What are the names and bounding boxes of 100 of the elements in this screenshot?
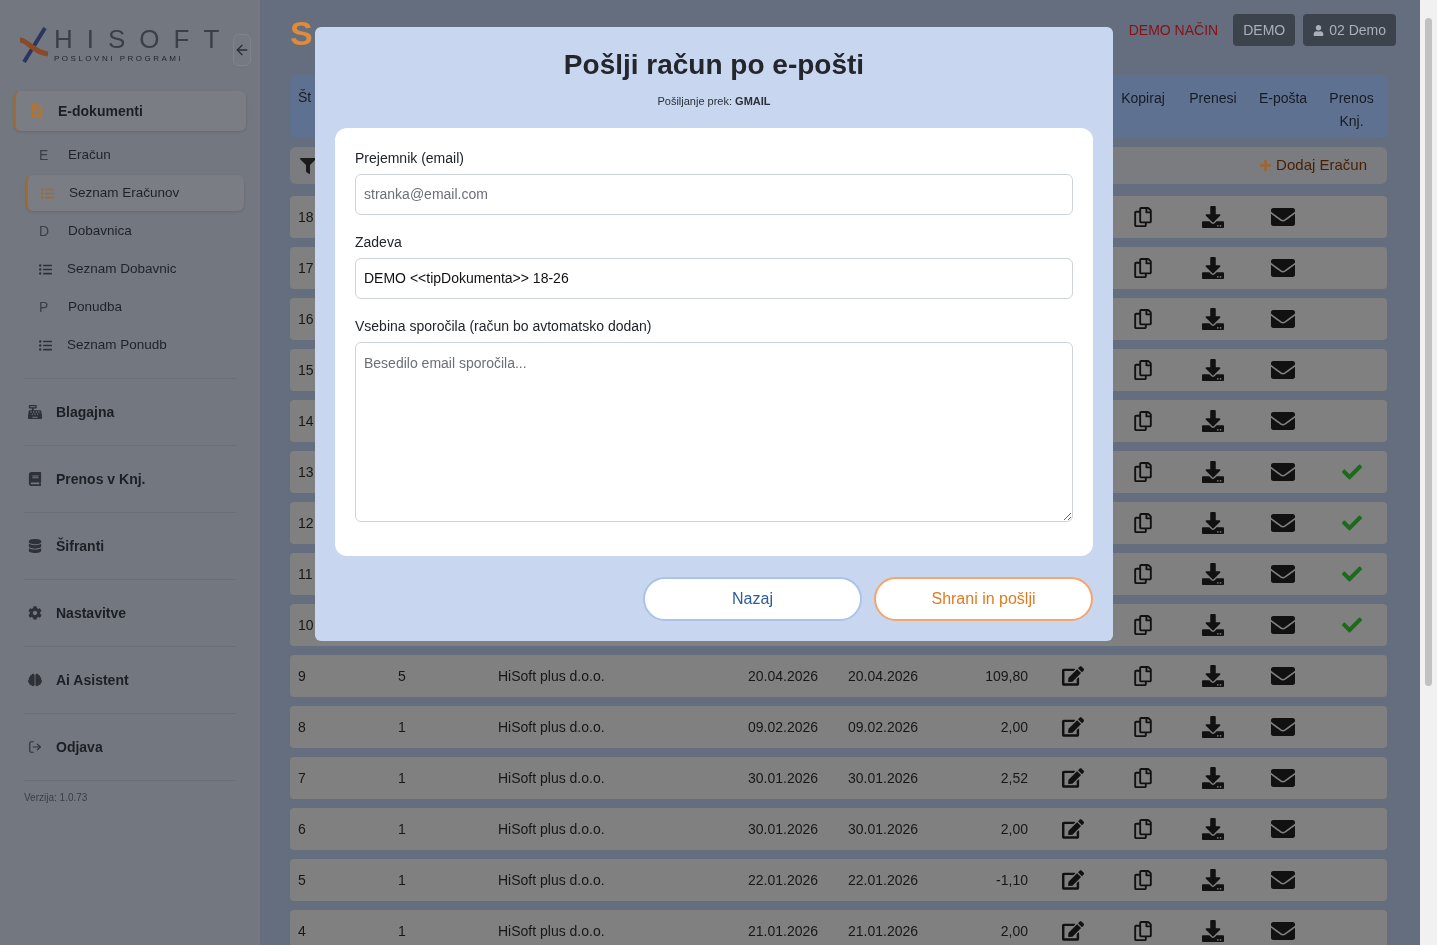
copy-icon[interactable]	[1133, 870, 1153, 890]
brain-icon	[28, 673, 42, 687]
input-field[interactable]: DEMO <<tipDokumenta>> 18-26	[355, 257, 1073, 299]
download-icon[interactable]	[1202, 869, 1224, 891]
copy-icon[interactable]	[1133, 921, 1153, 941]
download-icon[interactable]	[1202, 257, 1224, 279]
download-icon[interactable]	[1202, 359, 1224, 381]
edit-icon[interactable]	[1062, 920, 1084, 942]
download-icon[interactable]	[1202, 206, 1224, 228]
mail-icon[interactable]	[1271, 868, 1295, 892]
send-button[interactable]: Shrani in pošlji	[874, 576, 1093, 621]
download-icon[interactable]	[1202, 614, 1224, 636]
mail-icon[interactable]	[1271, 613, 1295, 637]
user-button[interactable]: 02 Demo	[1303, 14, 1396, 46]
cash-register-icon	[28, 405, 42, 419]
sidebar-item[interactable]: Seznam Dobavnic	[26, 251, 244, 287]
mail-icon[interactable]	[1271, 307, 1295, 331]
number-cell-text: 18	[298, 207, 314, 227]
sidebar-section[interactable]: Šifranti	[14, 526, 246, 566]
download-icon[interactable]	[1202, 716, 1224, 738]
series-cell-text: 1	[398, 870, 407, 890]
download-icon[interactable]	[1202, 308, 1224, 330]
mail-icon[interactable]	[1271, 766, 1295, 790]
table-row[interactable]: 6 1 HiSoft plus d.o.o. 30.01.2026 30.01.2026 2,00	[290, 808, 1387, 850]
sidebar-section[interactable]: Ai Asistent	[14, 660, 246, 700]
database-icon	[28, 539, 42, 553]
filter-icon[interactable]	[300, 157, 316, 174]
list-icon	[41, 186, 54, 200]
table-row[interactable]: 4 1 HiSoft plus d.o.o. 21.01.2026 21.01.2026 2,00	[290, 910, 1387, 945]
amount-cell-text: -1,10	[995, 870, 1029, 890]
back-button[interactable]: Nazaj	[643, 576, 862, 621]
date-cell-text: 30.01.2026	[748, 768, 820, 788]
edit-icon[interactable]	[1062, 716, 1084, 738]
copy-icon[interactable]	[1133, 360, 1153, 380]
copy-icon[interactable]	[1133, 819, 1153, 839]
field-label: Vsebina sporočila (račun bo avtomatsko dodan)	[355, 316, 653, 336]
table-row[interactable]: 7 1 HiSoft plus d.o.o. 30.01.2026 30.01.2026 2,52	[290, 757, 1387, 799]
collapse-button[interactable]	[233, 34, 252, 66]
letter-icon: P	[39, 296, 53, 318]
mail-icon[interactable]	[1271, 919, 1295, 943]
copy-icon[interactable]	[1133, 666, 1153, 686]
add-invoice-button[interactable]: Dodaj Eračun	[1259, 154, 1367, 177]
sidebar-item[interactable]: P Ponudba	[26, 289, 244, 325]
edit-icon[interactable]	[1062, 665, 1084, 687]
sidebar-section[interactable]: Nastavitve	[14, 593, 246, 633]
mail-icon[interactable]	[1271, 715, 1295, 739]
number-cell-text: 16	[298, 309, 314, 329]
copy-icon[interactable]	[1133, 717, 1153, 737]
number-cell-text: 13	[298, 462, 314, 482]
document-icon	[30, 104, 44, 118]
number-cell-text: 12	[298, 513, 314, 533]
download-icon[interactable]	[1202, 665, 1224, 687]
sidebar-section[interactable]: E-dokumenti	[14, 91, 246, 131]
mail-icon[interactable]	[1271, 664, 1295, 688]
copy-icon[interactable]	[1133, 258, 1153, 278]
section-label: Prenos v Knj.	[56, 469, 146, 489]
sidebar-section[interactable]: Odjava	[14, 727, 246, 767]
table-row[interactable]: 8 1 HiSoft plus d.o.o. 09.02.2026 09.02.2026 2,00	[290, 706, 1387, 748]
edit-icon[interactable]	[1062, 818, 1084, 840]
copy-icon[interactable]	[1133, 207, 1153, 227]
message-field[interactable]: Besedilo email sporočila...	[355, 341, 1073, 522]
item-label: Ponudba	[68, 297, 123, 316]
mail-icon[interactable]	[1271, 562, 1295, 586]
sidebar-item[interactable]: Seznam Ponudb	[26, 327, 244, 363]
copy-icon[interactable]	[1133, 768, 1153, 788]
download-icon[interactable]	[1202, 563, 1224, 585]
sidebar-section[interactable]: Prenos v Knj.	[14, 459, 246, 499]
copy-icon[interactable]	[1133, 462, 1153, 482]
download-icon[interactable]	[1202, 512, 1224, 534]
copy-icon[interactable]	[1133, 411, 1153, 431]
series-cell-text: 1	[398, 819, 407, 839]
demo-button[interactable]: DEMO	[1233, 14, 1296, 46]
mail-icon[interactable]	[1271, 358, 1295, 382]
table-row[interactable]: 5 1 HiSoft plus d.o.o. 22.01.2026 22.01.2026 -1,10	[290, 859, 1387, 901]
download-icon[interactable]	[1202, 461, 1224, 483]
edit-icon[interactable]	[1062, 767, 1084, 789]
download-icon[interactable]	[1202, 410, 1224, 432]
mail-icon[interactable]	[1271, 409, 1295, 433]
table-row[interactable]: 9 5 HiSoft plus d.o.o. 20.04.2026 20.04.2026 109,80	[290, 655, 1387, 697]
copy-icon[interactable]	[1133, 309, 1153, 329]
settings-icon	[28, 606, 42, 620]
mail-icon[interactable]	[1271, 460, 1295, 484]
mail-icon[interactable]	[1271, 817, 1295, 841]
sidebar-item[interactable]: D Dobavnica	[26, 213, 244, 249]
sidebar-item[interactable]: Seznam Eračunov	[26, 175, 244, 211]
download-icon[interactable]	[1202, 818, 1224, 840]
input-field[interactable]: stranka@email.com	[355, 173, 1073, 215]
mail-icon[interactable]	[1271, 256, 1295, 280]
download-icon[interactable]	[1202, 920, 1224, 942]
scrollbar[interactable]	[1420, 0, 1437, 945]
series-cell-text: 1	[398, 921, 407, 941]
copy-icon[interactable]	[1133, 513, 1153, 533]
sidebar-section[interactable]: Blagajna	[14, 392, 246, 432]
mail-icon[interactable]	[1271, 205, 1295, 229]
mail-icon[interactable]	[1271, 511, 1295, 535]
sidebar-item[interactable]: E Eračun	[26, 137, 244, 173]
download-icon[interactable]	[1202, 767, 1224, 789]
edit-icon[interactable]	[1062, 869, 1084, 891]
copy-icon[interactable]	[1133, 615, 1153, 635]
copy-icon[interactable]	[1133, 564, 1153, 584]
